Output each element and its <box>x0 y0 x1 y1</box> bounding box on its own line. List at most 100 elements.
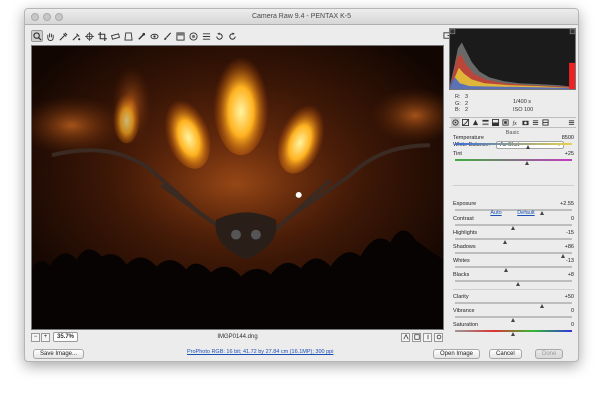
tab-split-toning[interactable] <box>491 118 500 127</box>
pixel-readout: R: 3 G: 2 B: 2 1/400 s ISO 100 <box>449 92 576 114</box>
slider-track[interactable] <box>455 238 572 240</box>
straighten-tool[interactable] <box>109 30 121 42</box>
tab-hsl[interactable] <box>481 118 490 127</box>
slider-whites[interactable]: Whites -13 <box>453 258 574 272</box>
cancel-button[interactable]: Cancel <box>489 349 522 359</box>
toolbar <box>31 29 457 43</box>
slider-contrast[interactable]: Contrast 0 <box>453 216 574 230</box>
tab-effects[interactable]: fx <box>511 118 520 127</box>
toggle-default-button[interactable] <box>434 332 443 342</box>
dialog-footer: Save Image... ProPhoto RGB: 16 bit; 41.7… <box>25 345 578 361</box>
slider-value[interactable]: +25 <box>565 151 574 157</box>
zoom-tool[interactable] <box>31 30 43 42</box>
slider-value[interactable]: +8 <box>568 272 574 278</box>
lens-icon <box>502 119 509 126</box>
slider-shadows[interactable]: Shadows +86 <box>453 244 574 258</box>
slider-thumb[interactable] <box>511 332 515 336</box>
auto-link[interactable]: Auto <box>490 210 501 216</box>
slider-track[interactable] <box>455 252 572 254</box>
slider-thumb[interactable] <box>526 145 531 149</box>
tab-camera-calibration[interactable] <box>521 118 530 127</box>
slider-track[interactable] <box>455 280 572 282</box>
red-eye-tool[interactable] <box>148 30 160 42</box>
title-bar: Camera Raw 9.4 - PENTAX K-5 <box>25 9 578 25</box>
zoom-window-button[interactable] <box>55 13 63 21</box>
slider-track[interactable] <box>455 143 572 145</box>
slider-value[interactable]: 0 <box>571 308 574 314</box>
camera-raw-window: Camera Raw 9.4 - PENTAX K-5 − + 35.7% IM… <box>24 8 579 362</box>
slider-saturation[interactable]: Saturation 0 <box>453 322 574 336</box>
slider-vibrance[interactable]: Vibrance 0 <box>453 308 574 322</box>
view-buttons <box>401 332 444 342</box>
slider-thumb[interactable] <box>525 161 530 165</box>
workflow-options-link[interactable]: ProPhoto RGB: 16 bit; 41.72 by 27.84 cm … <box>187 349 333 355</box>
open-image-button[interactable]: Open Image <box>433 349 481 359</box>
section-divider <box>453 185 574 186</box>
radial-filter-tool[interactable] <box>187 30 199 42</box>
rotate-cw-tool[interactable] <box>226 30 238 42</box>
close-window-button[interactable] <box>31 13 39 21</box>
crop-tool[interactable] <box>96 30 108 42</box>
window-title: Camera Raw 9.4 - PENTAX K-5 <box>251 13 352 20</box>
shutter-speed: 1/400 s <box>513 99 532 105</box>
slider-thumb[interactable] <box>515 282 520 286</box>
spot-removal-tool[interactable] <box>135 30 147 42</box>
transform-tool[interactable] <box>122 30 134 42</box>
swap-settings-button[interactable] <box>412 332 421 342</box>
panel-menu-button[interactable] <box>567 118 576 127</box>
before-after-toggle[interactable] <box>401 332 410 342</box>
slider-value[interactable]: +86 <box>565 244 574 250</box>
preferences-tool[interactable] <box>200 30 212 42</box>
slider-value[interactable]: +2.55 <box>560 201 574 207</box>
slider-value[interactable]: -15 <box>566 230 574 236</box>
slider-track[interactable] <box>455 302 572 304</box>
targeted-adjustment-tool[interactable] <box>83 30 95 42</box>
slider-value[interactable]: -13 <box>566 258 574 264</box>
tab-basic[interactable] <box>451 118 460 127</box>
done-button[interactable]: Done <box>535 349 564 359</box>
tone-curve-icon <box>462 119 469 126</box>
slider-clarity[interactable]: Clarity +50 <box>453 294 574 308</box>
slider-value[interactable]: 0 <box>571 216 574 222</box>
hand-tool[interactable] <box>44 30 56 42</box>
slider-blacks[interactable]: Blacks +8 <box>453 272 574 286</box>
zoom-out-button[interactable]: − <box>31 332 40 342</box>
section-divider <box>453 289 574 290</box>
slider-value[interactable]: 8500 <box>562 135 574 141</box>
graduated-filter-tool[interactable] <box>174 30 186 42</box>
before-after-icon <box>402 334 409 340</box>
slider-label: Saturation <box>453 322 479 328</box>
graduated-filter-icon <box>175 31 185 41</box>
slider-tint[interactable]: Tint +25 <box>453 151 574 165</box>
tab-presets[interactable] <box>531 118 540 127</box>
image-preview[interactable] <box>31 45 444 330</box>
tab-snapshots[interactable] <box>541 118 550 127</box>
slider-label: Shadows <box>453 244 476 250</box>
rotate-ccw-tool[interactable] <box>213 30 225 42</box>
spot-removal-icon <box>137 32 145 40</box>
crop-icon <box>97 31 107 41</box>
swap-icon <box>413 334 420 340</box>
tab-detail[interactable] <box>471 118 480 127</box>
adjustment-panel: R:3 G:2 B:2 1/400 s ISO 100 fx Basic W <box>449 28 576 344</box>
slider-track[interactable] <box>455 266 572 268</box>
slider-track[interactable] <box>455 159 572 161</box>
auto-default-row: Auto Default <box>449 210 576 216</box>
zoom-in-button[interactable]: + <box>41 332 50 342</box>
tab-lens[interactable] <box>501 118 510 127</box>
tab-tone-curve[interactable] <box>461 118 470 127</box>
color-sampler-tool[interactable] <box>70 30 82 42</box>
default-link[interactable]: Default <box>517 210 534 216</box>
minimize-window-button[interactable] <box>43 13 51 21</box>
slider-temperature[interactable]: Temperature 8500 <box>453 135 574 149</box>
zoom-level-select[interactable]: 35.7% <box>53 332 79 342</box>
copy-settings-button[interactable] <box>423 332 432 342</box>
slider-value[interactable]: +50 <box>565 294 574 300</box>
slider-highlights[interactable]: Highlights -15 <box>453 230 574 244</box>
filename-label: IMGP0144.dng <box>217 334 258 340</box>
save-image-button[interactable]: Save Image... <box>33 349 85 359</box>
slider-value[interactable]: 0 <box>571 322 574 328</box>
white-balance-tool[interactable] <box>57 30 69 42</box>
adjustment-brush-tool[interactable] <box>161 30 173 42</box>
copy-icon <box>427 334 428 340</box>
